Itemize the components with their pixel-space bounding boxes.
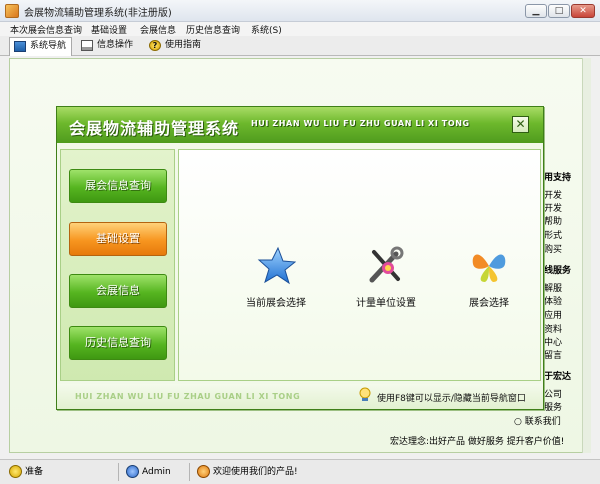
title-bar: 会展物流辅助管理系统(非注册版) ▁ □ ✕: [0, 0, 600, 22]
side-link[interactable]: 开发: [544, 201, 562, 214]
tab-label: 使用指南: [165, 40, 202, 50]
menu-history-query[interactable]: 历史信息查询: [186, 23, 240, 36]
side-link[interactable]: 体验: [544, 294, 562, 307]
tab-info-ops[interactable]: 信息操作: [77, 37, 133, 56]
func-current-exhibition[interactable]: 当前展会选择: [226, 246, 326, 316]
side-link[interactable]: 帮助: [544, 214, 562, 227]
nav-btn-basic-settings[interactable]: 基础设置: [69, 222, 167, 256]
status-ready-label: 准备: [25, 467, 44, 477]
status-ready: 准备: [7, 464, 43, 481]
tab-user-guide[interactable]: ? 使用指南: [145, 37, 201, 56]
user-icon: [126, 465, 139, 478]
side-heading-about: 于宏达: [544, 372, 572, 382]
status-separator: [189, 463, 190, 481]
users-icon: [197, 465, 210, 478]
func-label: 计量单位设置: [356, 298, 416, 309]
side-link[interactable]: 解服: [544, 281, 562, 294]
status-welcome-label: 欢迎使用我们的产品!: [213, 467, 298, 477]
menu-bar: 本次展会信息查询 基础设置 会展信息 历史信息查询 系统(S): [0, 22, 600, 36]
func-label: 展会选择: [469, 298, 509, 309]
status-user-label: Admin: [142, 467, 171, 477]
menu-exhibition-query[interactable]: 本次展会信息查询: [10, 23, 82, 36]
tab-label: 系统导航: [30, 41, 67, 51]
status-separator: [118, 463, 119, 481]
document-icon: [81, 40, 93, 51]
side-link[interactable]: 应用: [544, 308, 562, 321]
lightbulb-icon: [9, 465, 22, 478]
status-welcome: 欢迎使用我们的产品!: [195, 464, 298, 481]
side-link[interactable]: 留言: [544, 348, 562, 361]
minimize-button[interactable]: ▁: [525, 4, 547, 18]
footer-pinyin: HUI ZHAN WU LIU FU ZHAU GUAN LI XI TONG: [75, 392, 301, 401]
func-unit-settings[interactable]: 计量单位设置: [336, 246, 436, 316]
menu-exhibition-info[interactable]: 会展信息: [140, 23, 176, 36]
maximize-button[interactable]: □: [548, 4, 570, 18]
nav-function-panel: 当前展会选择 计量单位设置 展会选择: [178, 149, 541, 381]
navigation-window: 会展物流辅助管理系统 HUI ZHAN WU LIU FU ZHU GUAN L…: [56, 106, 544, 410]
side-link[interactable]: 购买: [544, 242, 562, 255]
nav-header: 会展物流辅助管理系统 HUI ZHAN WU LIU FU ZHU GUAN L…: [57, 107, 543, 143]
nav-footer: HUI ZHAN WU LIU FU ZHAU GUAN LI XI TONG …: [57, 384, 543, 409]
side-link[interactable]: 服务: [544, 400, 562, 413]
func-exhibition-select[interactable]: 展会选择: [439, 246, 539, 316]
side-heading-online: 线服务: [544, 266, 572, 276]
app-icon: [5, 4, 19, 18]
tab-system-nav[interactable]: 系统导航: [9, 37, 73, 56]
menu-system[interactable]: 系统(S): [251, 23, 282, 36]
side-link[interactable]: 开发: [544, 188, 562, 201]
status-user: Admin: [124, 464, 171, 481]
help-icon: ?: [149, 40, 161, 51]
company-slogan: 宏达理念:出好产品 做好服务 提升客户价值!: [390, 437, 565, 447]
star-icon: [257, 246, 296, 285]
window-title: 会展物流辅助管理系统(非注册版): [24, 8, 172, 19]
nav-btn-exhibition-info[interactable]: 会展信息: [69, 274, 167, 308]
func-label: 当前展会选择: [246, 298, 306, 309]
nav-btn-history-query[interactable]: 历史信息查询: [69, 326, 167, 360]
menu-basic-settings[interactable]: 基础设置: [91, 23, 127, 36]
tab-label: 信息操作: [97, 40, 134, 50]
nav-close-button[interactable]: ✕: [512, 116, 529, 133]
contact-label: 联系我们: [524, 417, 561, 427]
nav-button-panel: 展会信息查询 基础设置 会展信息 历史信息查询: [60, 149, 175, 381]
side-link[interactable]: 资料: [544, 322, 562, 335]
right-scroll-area[interactable]: [582, 58, 591, 453]
close-button[interactable]: ✕: [571, 4, 595, 18]
lamp-icon: [359, 387, 371, 401]
side-heading-support: 用支持: [544, 173, 572, 183]
monitor-icon: [14, 41, 26, 52]
tools-icon: [369, 246, 404, 283]
side-link[interactable]: 形式: [544, 228, 562, 241]
nav-title-pinyin: HUI ZHAN WU LIU FU ZHU GUAN LI XI TONG: [251, 119, 470, 128]
butterfly-icon: [472, 254, 506, 282]
contact-us-link[interactable]: ○ 联系我们: [514, 414, 561, 427]
status-bar: 准备 Admin 欢迎使用我们的产品!: [0, 459, 600, 484]
tab-bar: 系统导航 信息操作 ? 使用指南: [0, 36, 600, 56]
side-link[interactable]: 中心: [544, 335, 562, 348]
nav-btn-exhibition-query[interactable]: 展会信息查询: [69, 169, 167, 203]
nav-hint: 使用F8键可以显示/隐藏当前导航窗口: [377, 394, 526, 404]
nav-title: 会展物流辅助管理系统: [69, 119, 240, 138]
side-link[interactable]: 公司: [544, 387, 562, 400]
